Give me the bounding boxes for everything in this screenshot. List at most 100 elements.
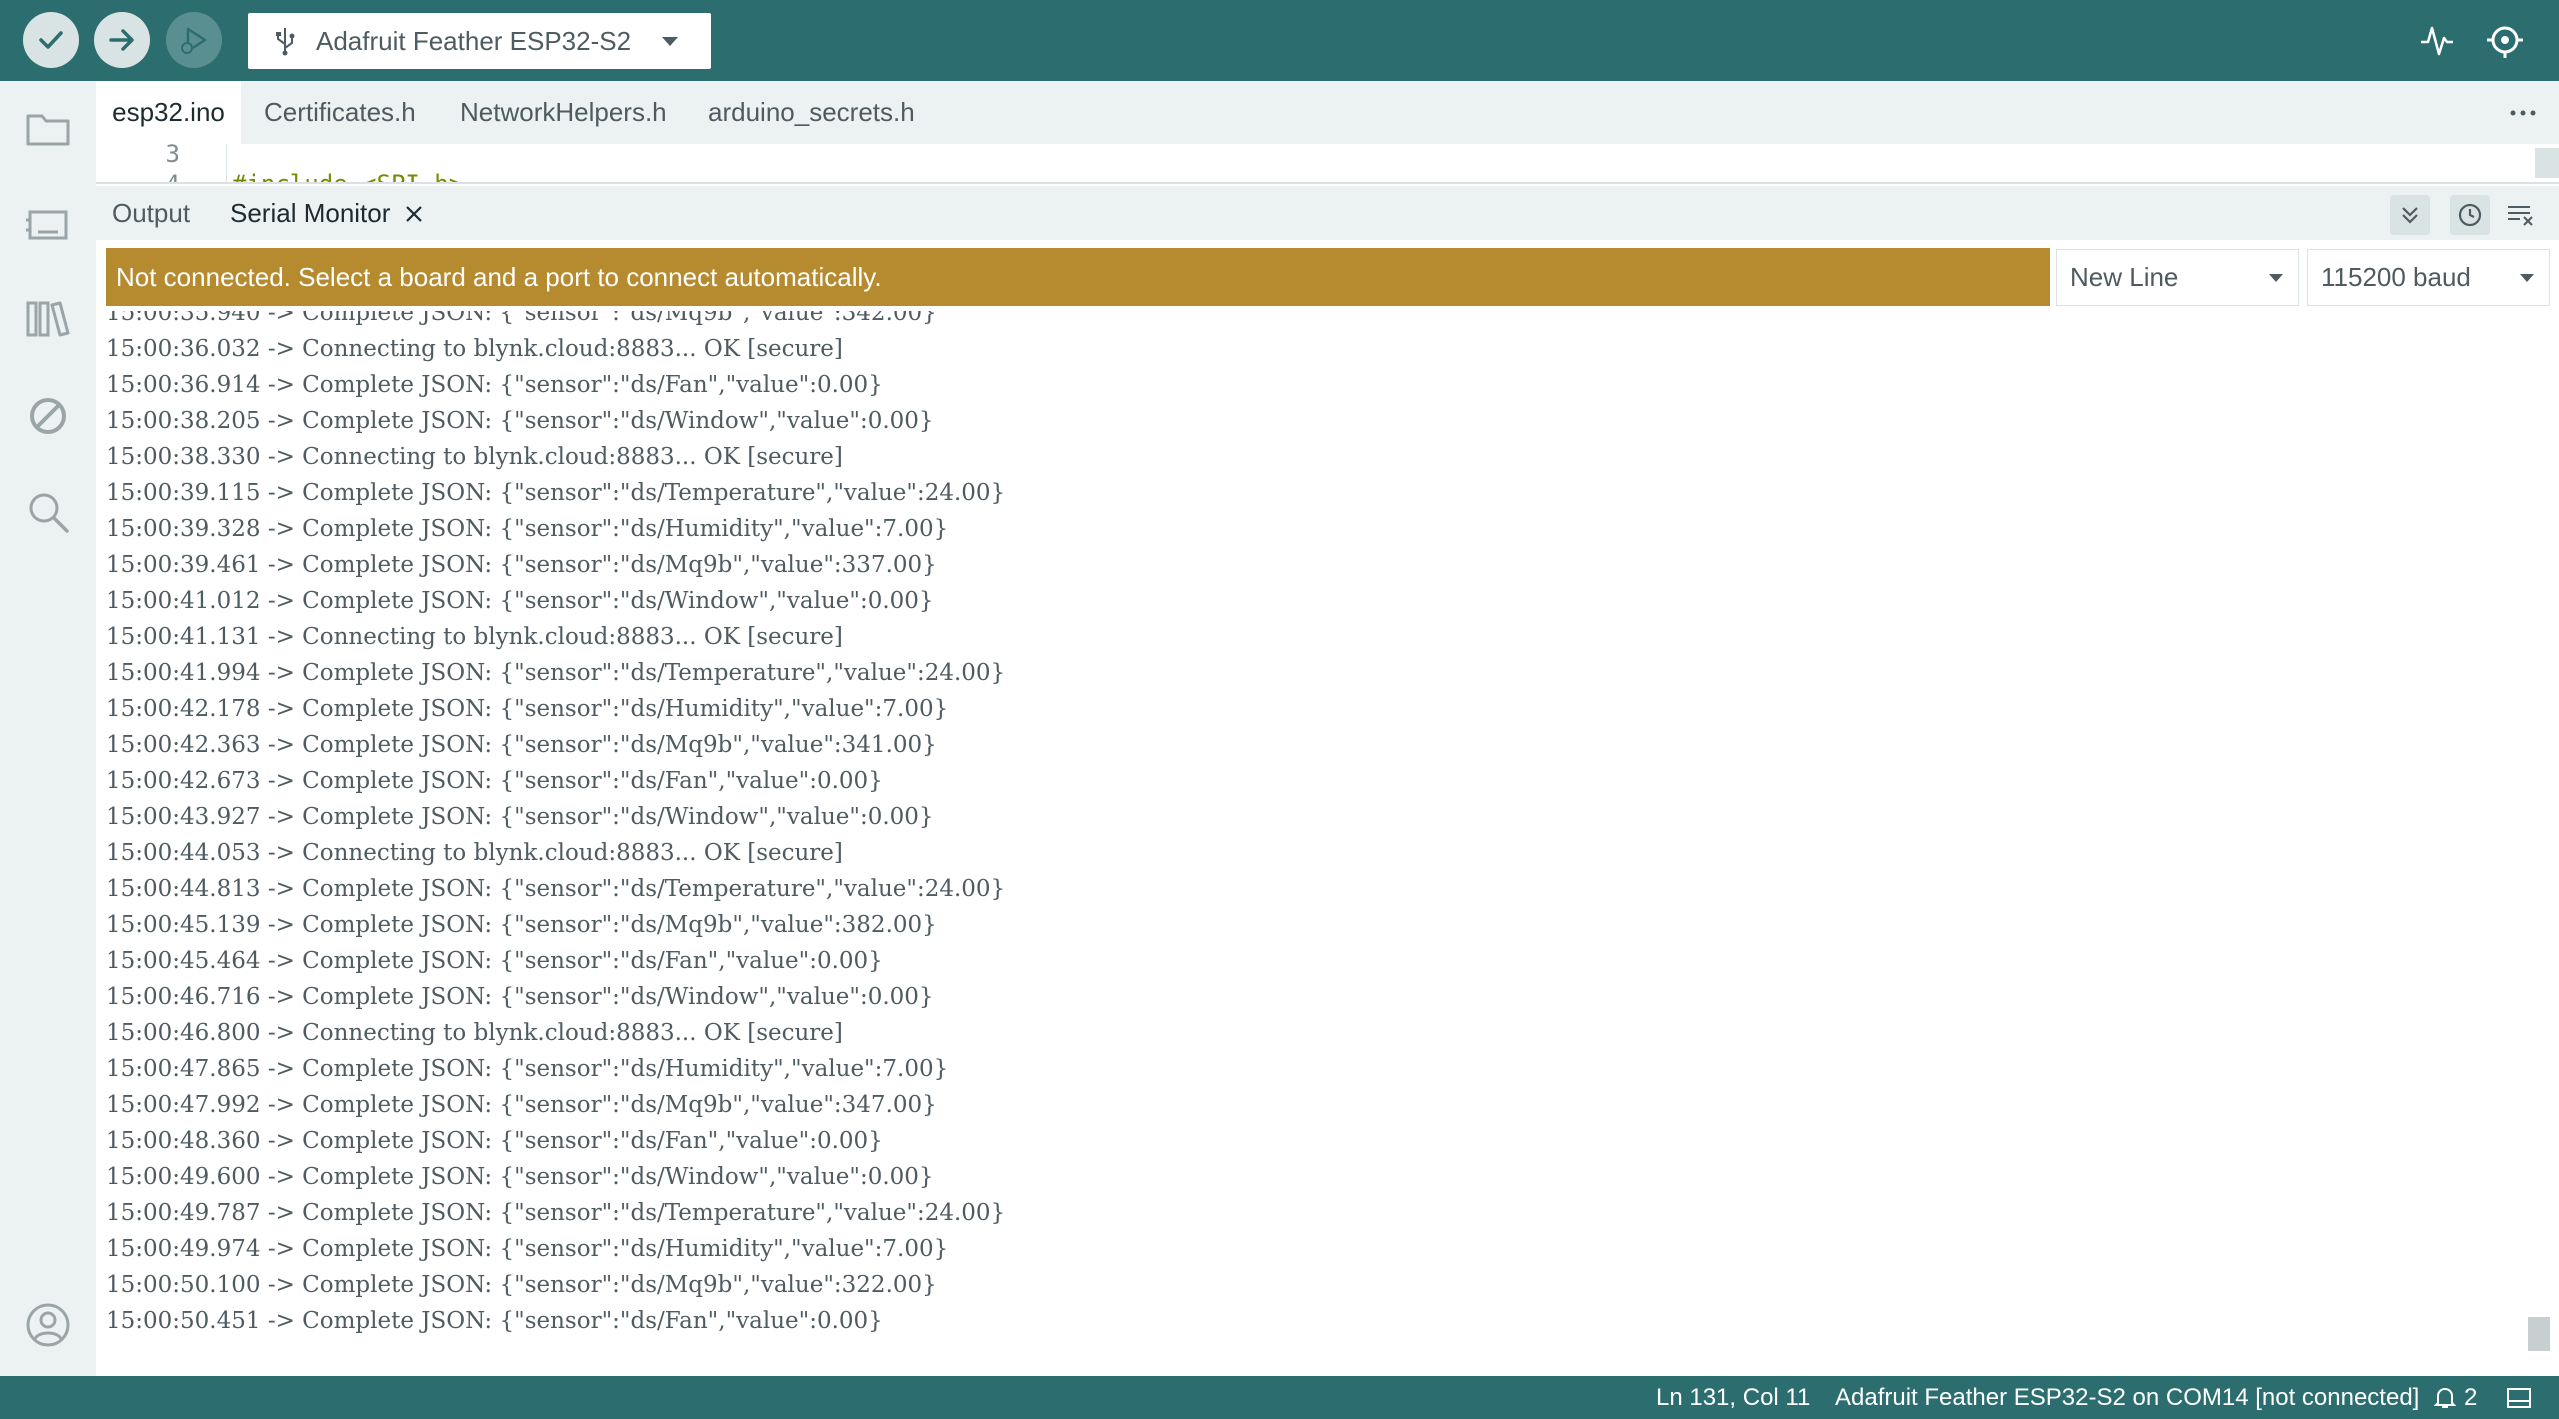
more-tabs-button[interactable] [2505,95,2541,131]
serial-line: 15:00:39.328 -> Complete JSON: {"sensor"… [106,516,949,542]
board-status[interactable]: Adafruit Feather ESP32-S2 on COM14 [not … [1835,1376,2419,1419]
close-serial-monitor-button[interactable] [402,202,426,226]
usb-icon [276,28,295,56]
serial-line: 15:00:45.464 -> Complete JSON: {"sensor"… [106,948,883,974]
serial-line: 15:00:50.100 -> Complete JSON: {"sensor"… [106,1272,937,1298]
serial-line: 15:00:45.139 -> Complete JSON: {"sensor"… [106,912,937,938]
line-ending-value: New Line [2070,262,2179,292]
status-bar: Ln 131, Col 11 Adafruit Feather ESP32-S2… [0,1376,2559,1419]
line-ending-select[interactable]: New Line [2056,249,2299,306]
autoscroll-toggle[interactable] [2390,195,2430,235]
sidebar-item-search[interactable] [18,482,78,542]
serial-line: 15:00:38.205 -> Complete JSON: {"sensor"… [106,408,934,434]
tab-esp32-ino[interactable]: esp32.ino [96,81,241,144]
account-icon [26,1303,70,1347]
clear-output-icon [2508,206,2533,226]
serial-line: 15:00:42.363 -> Complete JSON: {"sensor"… [106,732,937,758]
more-horizontal-icon [2510,110,2536,116]
serial-line: 15:00:38.330 -> Connecting to blynk.clou… [106,444,843,470]
serial-line: 15:00:46.716 -> Complete JSON: {"sensor"… [106,984,934,1010]
sidebar-item-boards-manager[interactable] [18,194,78,254]
sidebar-item-library-manager[interactable] [18,289,78,349]
serial-line: 15:00:48.360 -> Complete JSON: {"sensor"… [106,1128,883,1154]
code-text: #include <SPI.h> [232,170,464,184]
serial-line: 15:00:41.131 -> Connecting to blynk.clou… [106,624,843,650]
close-icon [406,206,422,222]
serial-line: 15:00:44.053 -> Connecting to blynk.clou… [106,840,843,866]
connection-warning-bar: Not connected. Select a board and a port… [106,248,2050,306]
code-line: 4 #include <SPI.h> [96,170,2496,184]
serial-line: 15:00:49.787 -> Complete JSON: {"sensor"… [106,1200,1006,1226]
serial-line: 15:00:35.940 -> Complete JSON: {"sensor"… [106,311,937,326]
chevron-down-icon [2520,274,2534,282]
line-number: 3 [165,144,180,168]
toggle-panel-button[interactable] [2506,1376,2532,1419]
cursor-position[interactable]: Ln 131, Col 11 [1656,1376,1810,1419]
serial-line: 15:00:42.178 -> Complete JSON: {"sensor"… [106,696,949,722]
code-editor[interactable]: 3 4 #include <SPI.h> [96,144,2559,184]
debug-disabled-icon [30,398,66,434]
serial-line: 15:00:39.115 -> Complete JSON: {"sensor"… [106,480,1006,506]
serial-line: 15:00:43.927 -> Complete JSON: {"sensor"… [106,804,934,830]
verify-button[interactable] [23,12,79,68]
serial-plotter-button[interactable] [2414,17,2460,63]
checkmark-icon [39,31,63,49]
toolbar: Adafruit Feather ESP32-S2 [0,0,2559,81]
serial-monitor-button[interactable] [2482,17,2528,63]
panel-icon [2507,1387,2531,1408]
tab-serial-monitor[interactable]: Serial Monitor [230,186,390,240]
baud-rate-value: 115200 baud [2321,262,2471,292]
serial-monitor-icon [2487,26,2523,58]
serial-lines: 15:00:35.940 -> Complete JSON: {"sensor"… [106,311,2506,1339]
serial-line: 15:00:47.992 -> Complete JSON: {"sensor"… [106,1092,937,1118]
clear-output-button[interactable] [2500,195,2540,235]
serial-line: 15:00:46.800 -> Connecting to blynk.clou… [106,1020,843,1046]
serial-line: 15:00:44.813 -> Complete JSON: {"sensor"… [106,876,1006,902]
sidebar-item-debug[interactable] [18,386,78,446]
serial-output[interactable]: 15:00:35.940 -> Complete JSON: {"sensor"… [96,311,2531,1373]
baud-rate-select[interactable]: 115200 baud [2307,249,2550,306]
debug-icon [181,27,207,54]
connection-warning-text: Not connected. Select a board and a port… [116,261,882,292]
notifications-button[interactable]: 2 [2434,1376,2477,1419]
sidebar-item-sketchbook[interactable] [18,98,78,158]
chevron-down-icon [662,37,678,46]
sidebar [0,81,96,1376]
serial-line: 15:00:42.673 -> Complete JSON: {"sensor"… [106,768,883,794]
serial-line: 15:00:36.914 -> Complete JSON: {"sensor"… [106,372,883,398]
clock-icon [2458,203,2482,227]
timestamp-toggle[interactable] [2450,195,2490,235]
serial-line: 15:00:47.865 -> Complete JSON: {"sensor"… [106,1056,949,1082]
plotter-icon [2421,26,2453,56]
debug-button[interactable] [166,12,222,68]
line-number: 4 [165,170,180,184]
library-icon [26,301,70,337]
serial-line: 15:00:41.012 -> Complete JSON: {"sensor"… [106,588,934,614]
serial-output-scrollbar[interactable] [2528,1317,2550,1351]
panel-header: Output Serial Monitor [96,186,2559,240]
serial-line: 15:00:36.032 -> Connecting to blynk.clou… [106,336,843,362]
sidebar-item-account[interactable] [18,1295,78,1355]
upload-button[interactable] [94,12,150,68]
bell-icon [2434,1387,2456,1408]
serial-line: 15:00:49.974 -> Complete JSON: {"sensor"… [106,1236,949,1262]
tab-output[interactable]: Output [112,186,190,240]
tab-certificates-h[interactable]: Certificates.h [264,81,416,144]
notification-count: 2 [2464,1383,2478,1411]
double-chevron-down-icon [2402,207,2418,224]
folder-icon [26,114,70,146]
editor-scrollbar[interactable] [2535,148,2559,178]
board-selector[interactable]: Adafruit Feather ESP32-S2 [248,13,711,69]
serial-line: 15:00:49.600 -> Complete JSON: {"sensor"… [106,1164,934,1190]
chevron-down-icon [2269,274,2283,282]
board-name: Adafruit Feather ESP32-S2 [316,25,632,56]
board-manager-icon [26,210,68,240]
tab-arduino-secrets-h[interactable]: arduino_secrets.h [708,81,915,144]
serial-line: 15:00:39.461 -> Complete JSON: {"sensor"… [106,552,937,578]
serial-line: 15:00:50.451 -> Complete JSON: {"sensor"… [106,1308,883,1334]
search-icon [29,493,69,533]
file-tab-bar: esp32.ino Certificates.h NetworkHelpers.… [96,81,2559,144]
arrow-right-icon [109,29,134,51]
tab-networkhelpers-h[interactable]: NetworkHelpers.h [460,81,667,144]
code-line: 3 [96,144,2496,170]
